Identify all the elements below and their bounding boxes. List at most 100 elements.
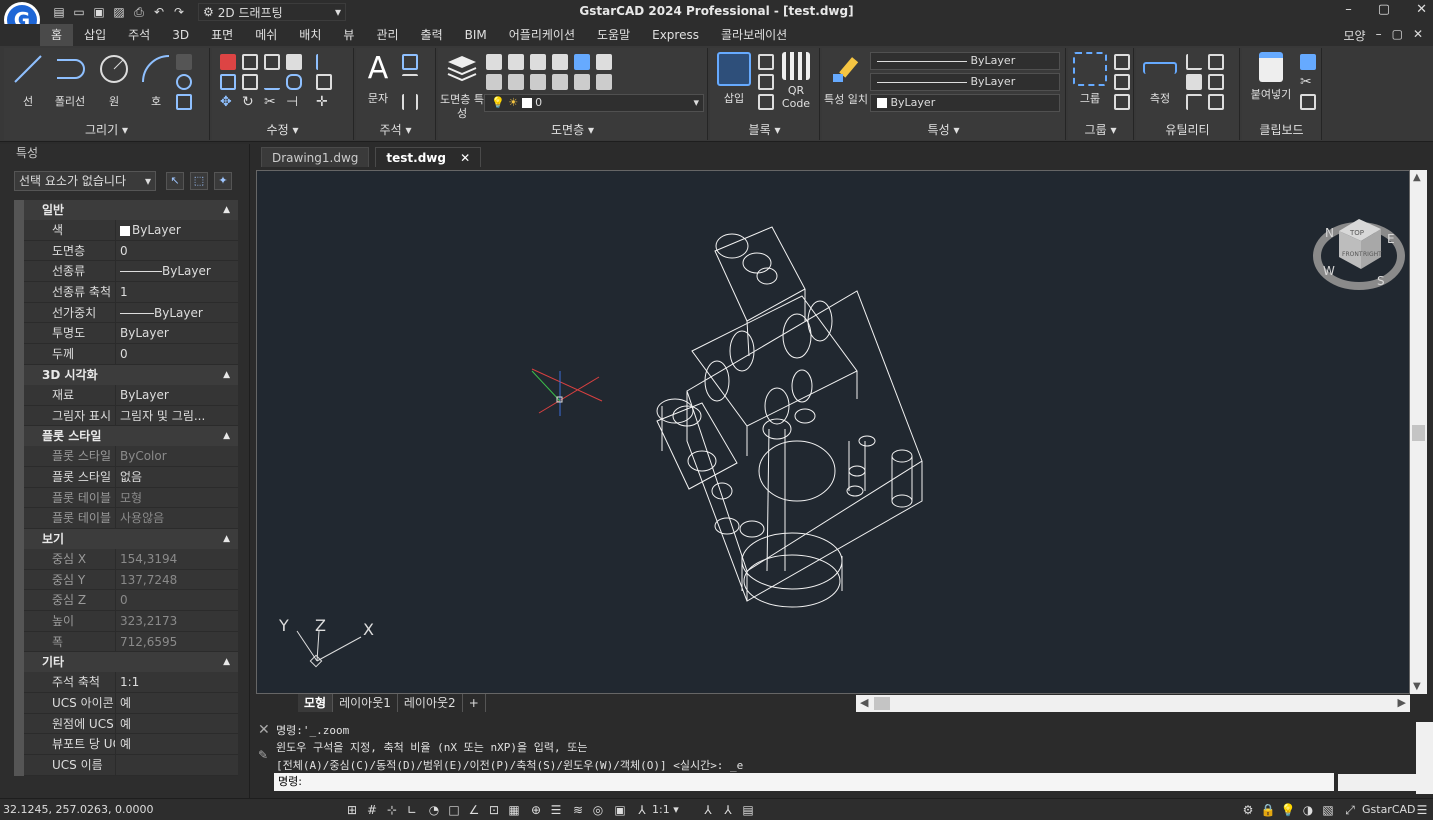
table-icon[interactable] — [402, 54, 418, 70]
select-all-icon[interactable] — [1208, 54, 1224, 70]
scale-icon[interactable] — [264, 74, 280, 90]
dyn-icon[interactable]: ⊡ — [486, 802, 502, 818]
mirror-icon[interactable] — [264, 54, 280, 70]
copy-base-icon[interactable] — [1300, 94, 1316, 110]
prop-row-ucs-name[interactable]: UCS 이름 — [14, 755, 238, 776]
close-icon[interactable]: ✕ — [460, 151, 470, 165]
copy-clip-icon[interactable] — [1300, 54, 1316, 70]
annotation-panel-title[interactable]: 주석 ▾ — [356, 121, 435, 138]
minimize-button[interactable]: – — [1345, 2, 1352, 17]
tab-express[interactable]: Express — [641, 24, 710, 46]
lineweight-icon[interactable]: ▦ — [506, 802, 522, 818]
ortho-icon[interactable]: ∟ — [404, 802, 420, 818]
prop-row-width[interactable]: 폭 712,6595 — [14, 631, 238, 653]
redo-icon[interactable]: ↷ — [172, 5, 186, 19]
tab-bim[interactable]: BIM — [454, 24, 498, 46]
layers-panel-title[interactable]: 도면층 ▾ — [438, 121, 707, 138]
prop-row-material[interactable]: 재료 ByLayer — [14, 384, 238, 406]
tab-annotate[interactable]: 주석 — [117, 24, 161, 46]
tab-output[interactable]: 출력 — [410, 24, 454, 46]
layer-tool-icon[interactable] — [486, 54, 502, 70]
locate-point-icon[interactable] — [1186, 54, 1202, 70]
group-panel-title[interactable]: 그룹 ▾ — [1068, 121, 1133, 138]
block-attribute-icon[interactable] — [758, 74, 774, 90]
text-button[interactable]: A 문자 — [356, 52, 400, 106]
block-edit-icon[interactable] — [758, 54, 774, 70]
erase-icon[interactable] — [220, 54, 236, 70]
otrack-icon[interactable]: ∠ — [466, 802, 482, 818]
layer-tool-icon[interactable] — [574, 54, 590, 70]
measure-button[interactable]: 측정 — [1138, 52, 1182, 106]
copy-icon[interactable] — [242, 54, 258, 70]
open-folder-icon[interactable]: ▭ — [72, 5, 86, 19]
section-general[interactable]: 일반 ▲ — [14, 200, 238, 220]
command-vscroll[interactable] — [1416, 722, 1433, 794]
match-properties-button[interactable]: 특성 일치 — [824, 52, 868, 106]
group-select-icon[interactable] — [1114, 94, 1130, 110]
hardware-acceleration-icon[interactable]: ◑ — [1300, 802, 1316, 818]
rotate-icon[interactable]: ↻ — [242, 94, 258, 110]
layer-state-icon[interactable]: ≋ — [570, 802, 586, 818]
selection-combo[interactable]: 선택 요소가 없습니다 ▾ — [14, 171, 156, 191]
select-objects-icon[interactable]: ⬚ — [190, 172, 208, 190]
vertical-scrollbar[interactable]: ▲ ▼ — [1410, 170, 1427, 694]
block-panel-title[interactable]: 블록 ▾ — [710, 121, 819, 138]
tab-collaboration[interactable]: 콜라보레이션 — [710, 24, 798, 46]
prop-row-linetype-scale[interactable]: 선종류 축척 1 — [14, 282, 238, 303]
gear-icon[interactable]: ⚙ — [1240, 802, 1256, 818]
scroll-thumb[interactable] — [1412, 425, 1425, 441]
prop-row-color[interactable]: 색 ByLayer — [14, 220, 238, 241]
tab-layout2[interactable]: 레이아웃2 — [398, 694, 463, 712]
annotation-scale[interactable]: 1:1 ▾ — [652, 803, 679, 816]
prop-row-plot-style-2[interactable]: 플롯 스타일 ...없음 — [14, 466, 238, 488]
layer-properties-button[interactable]: 도면층 특성 — [440, 52, 484, 121]
quick-select-icon[interactable]: ✦ — [214, 172, 232, 190]
prop-row-center-z[interactable]: 중심 Z0 — [14, 590, 238, 611]
viewcube-north[interactable]: N — [1325, 226, 1334, 240]
restore-button[interactable]: ▢ — [1378, 2, 1390, 17]
quick-select-icon[interactable] — [1208, 74, 1224, 90]
qr-code-button[interactable]: QR Code — [774, 52, 818, 110]
section-plot-style[interactable]: 플롯 스타일 ▲ — [14, 426, 238, 447]
tab-surface[interactable]: 표면 — [200, 24, 244, 46]
doc-minimize-button[interactable]: – — [1376, 27, 1382, 44]
print-icon[interactable]: ⎙ — [132, 5, 146, 19]
model-space-icon[interactable]: ⊞ — [344, 802, 360, 818]
filter-icon[interactable] — [1208, 94, 1224, 110]
ellipse-icon[interactable] — [176, 74, 192, 90]
properties-ribbon-title[interactable]: 특성 ▾ — [822, 121, 1065, 138]
block-create-icon[interactable] — [758, 94, 774, 110]
viewcube-south[interactable]: S — [1377, 274, 1385, 288]
polar-icon[interactable]: ◔ — [426, 802, 442, 818]
menu-icon[interactable]: ☰ — [1414, 802, 1430, 818]
prop-row-lineweight[interactable]: 선가중치 ByLayer — [14, 302, 238, 324]
toggle-pickadd-icon[interactable]: ↖ — [166, 172, 184, 190]
prop-row-center-x[interactable]: 중심 X 154,3194 — [14, 548, 238, 570]
layer-tool-icon[interactable] — [552, 54, 568, 70]
layer-tool-icon[interactable] — [552, 74, 568, 90]
scroll-left-icon[interactable]: ◀ — [860, 696, 868, 709]
tab-3d[interactable]: 3D — [161, 24, 200, 46]
dimension-icon[interactable] — [402, 94, 418, 110]
tab-layout[interactable]: 배치 — [288, 24, 332, 46]
draw-panel-title[interactable]: 그리기 ▾ — [4, 121, 209, 138]
isolate-icon[interactable]: ▧ — [1320, 802, 1336, 818]
bulb-icon[interactable]: 💡 — [1280, 802, 1296, 818]
layer-tool-icon[interactable] — [574, 74, 590, 90]
layer-tool-icon[interactable] — [508, 74, 524, 90]
modify-panel-title[interactable]: 수정 ▾ — [212, 121, 353, 138]
break-icon[interactable]: ⊣ — [286, 94, 302, 110]
annotation-visibility-icon[interactable]: ⅄ — [634, 802, 650, 818]
viewcube-top[interactable]: TOP — [1349, 229, 1364, 237]
tab-model[interactable]: 모형 — [298, 694, 334, 712]
scroll-up-icon[interactable]: ▲ — [1413, 172, 1421, 183]
prop-row-layer[interactable]: 도면층 0 — [14, 240, 238, 262]
prop-row-ucs-icon[interactable]: UCS 아이콘 ...예 — [14, 693, 238, 714]
prop-row-annotation-scale[interactable]: 주석 축척 1:1 — [14, 672, 238, 694]
linetype-combo[interactable]: ByLayer — [870, 52, 1060, 70]
layer-tool-icon[interactable] — [530, 54, 546, 70]
viewcube-west[interactable]: W — [1323, 264, 1335, 278]
snap-icon[interactable]: ⊹ — [384, 802, 400, 818]
layer-tool-icon[interactable] — [486, 74, 502, 90]
tab-applications[interactable]: 어플리케이션 — [498, 24, 586, 46]
